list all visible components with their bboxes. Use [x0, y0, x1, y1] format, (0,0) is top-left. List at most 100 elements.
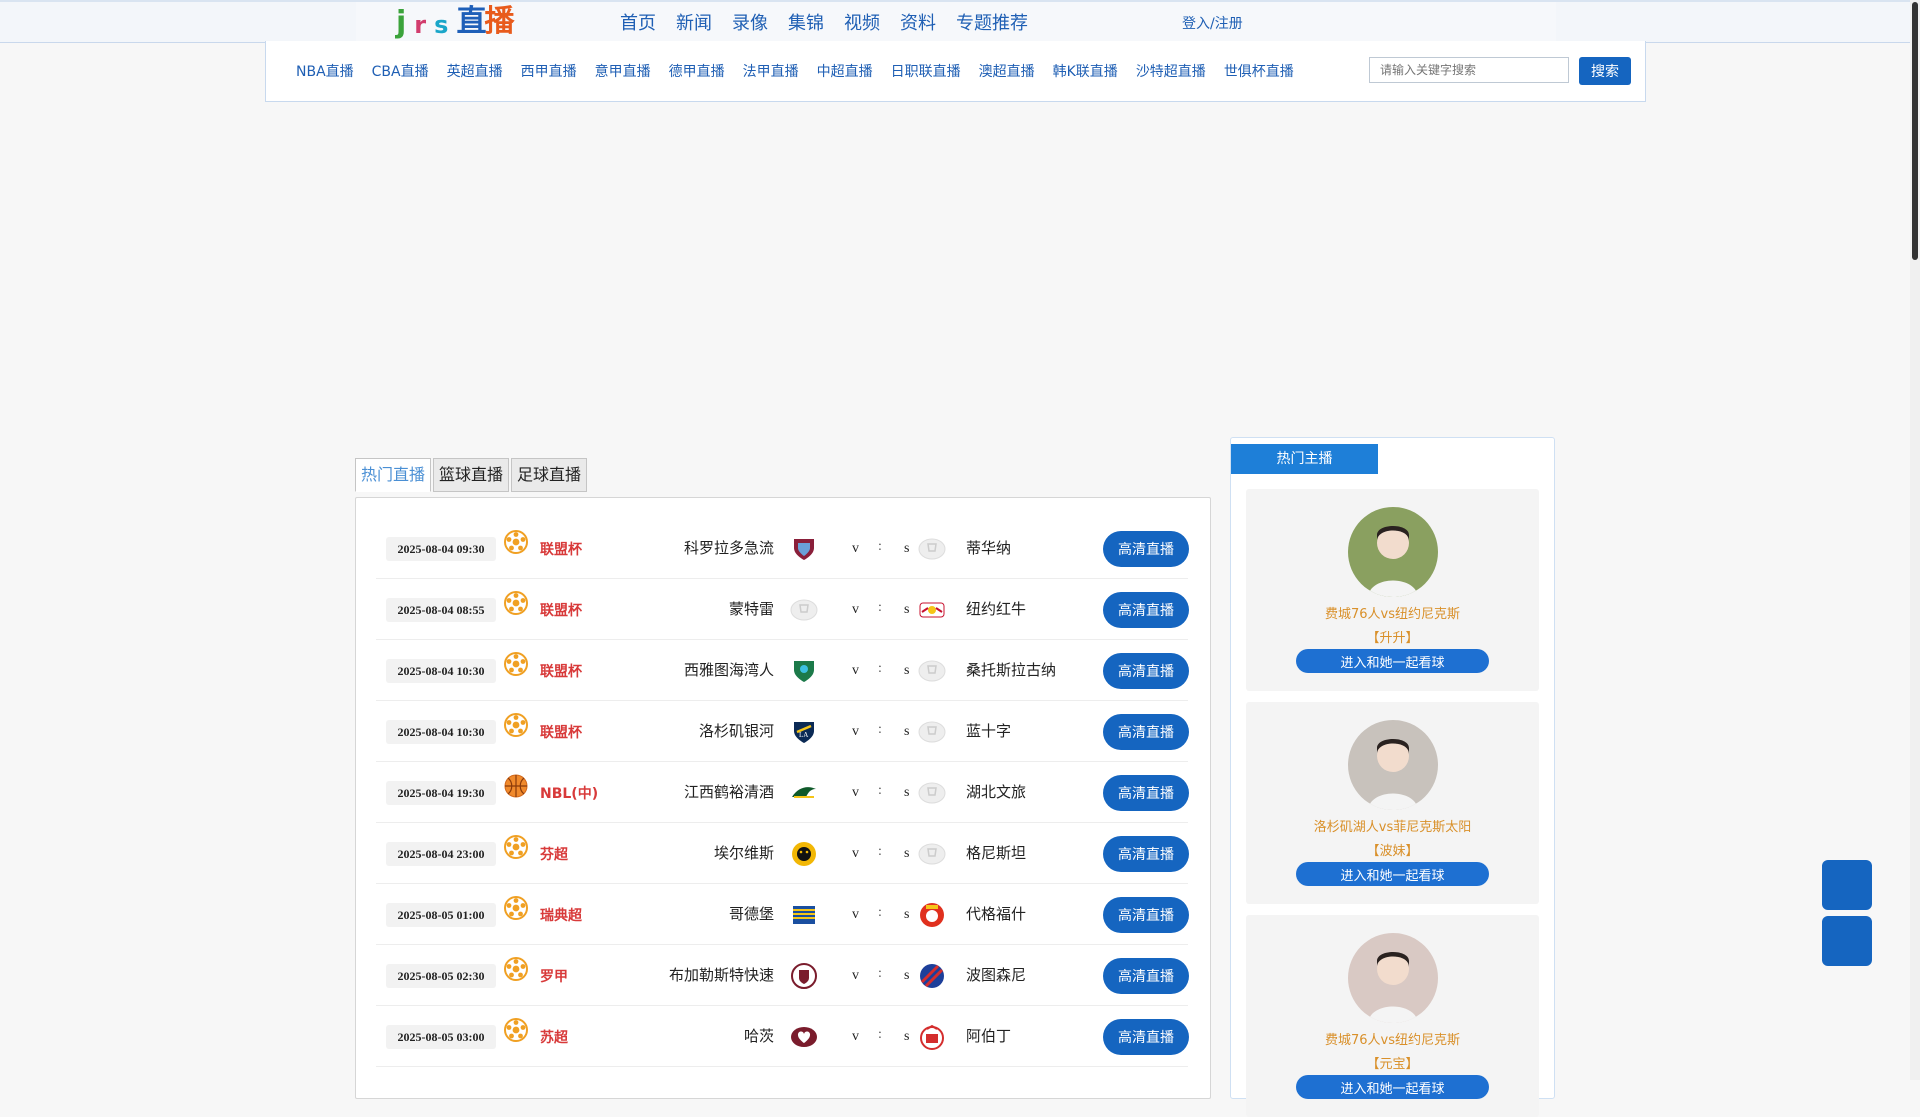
subnav-cba[interactable]: CBA直播: [372, 61, 429, 81]
site-logo[interactable]: j r s 直播: [396, 4, 514, 40]
match-league[interactable]: 联盟杯: [540, 722, 582, 742]
soccer-ball-icon: [504, 652, 528, 676]
hd-live-button[interactable]: 高清直播: [1103, 1019, 1189, 1055]
hd-live-button[interactable]: 高清直播: [1103, 958, 1189, 994]
match-row: 2025-08-04 09:30 联盟杯 科罗拉多急流 v: s 蒂华纳 高清直播: [376, 517, 1189, 579]
nav-highlights[interactable]: 集锦: [788, 9, 824, 35]
host-match-title[interactable]: 洛杉矶湖人vs菲尼克斯太阳: [1246, 816, 1539, 835]
score-s: s: [904, 785, 910, 800]
subnav-seriea[interactable]: 意甲直播: [595, 61, 651, 81]
float-action-button-2[interactable]: [1822, 916, 1872, 966]
away-team-logo-icon: [918, 657, 946, 685]
match-league[interactable]: 苏超: [540, 1027, 568, 1047]
home-team-name: 哥德堡: [728, 905, 774, 923]
home-team-name: 江西鹤裕清酒: [683, 783, 774, 801]
subnav-laliga[interactable]: 西甲直播: [521, 61, 577, 81]
host-avatar[interactable]: [1348, 720, 1438, 810]
tab-football-live[interactable]: 足球直播: [511, 458, 588, 492]
score-s: s: [904, 1029, 910, 1044]
home-team-name: 蒙特雷: [728, 600, 774, 618]
nav-home[interactable]: 首页: [620, 9, 656, 35]
hd-live-button[interactable]: 高清直播: [1103, 714, 1189, 750]
host-match-title[interactable]: 费城76人vs纽约尼克斯: [1246, 1029, 1539, 1048]
match-row: 2025-08-05 01:00 瑞典超 哥德堡 v: s 代格福什 高清直播: [376, 883, 1189, 945]
match-league[interactable]: 联盟杯: [540, 661, 582, 681]
hd-live-button[interactable]: 高清直播: [1103, 592, 1189, 628]
watch-with-host-button[interactable]: 进入和她一起看球: [1296, 1075, 1489, 1099]
host-card[interactable]: 费城76人vs纽约尼克斯 【升升】 进入和她一起看球: [1246, 489, 1539, 691]
subnav-ligue1[interactable]: 法甲直播: [743, 61, 799, 81]
subnav-nba[interactable]: NBA直播: [296, 61, 354, 81]
hot-hosts-title[interactable]: 热门主播: [1231, 444, 1378, 474]
away-team-logo-icon: [918, 901, 946, 929]
subnav-kleague[interactable]: 韩K联直播: [1053, 61, 1118, 81]
scrollbar-thumb[interactable]: [1912, 2, 1918, 260]
subnav-jleague[interactable]: 日职联直播: [891, 61, 961, 81]
score-s: s: [904, 968, 910, 983]
match-row: 2025-08-05 02:30 罗甲 布加勒斯特快速 v: s 波图森尼 高清直播: [376, 944, 1189, 1006]
score-separator: :: [878, 966, 882, 981]
score-v: v: [852, 1029, 859, 1044]
watch-with-host-button[interactable]: 进入和她一起看球: [1296, 649, 1489, 673]
away-team-name: 代格福什: [966, 905, 1027, 923]
match-row: 2025-08-04 19:30 NBL(中) 江西鹤裕清酒 v: s 湖北文旅 高清直播: [376, 761, 1189, 823]
away-team-logo-icon: [918, 1023, 946, 1051]
host-avatar[interactable]: [1348, 933, 1438, 1023]
match-league[interactable]: 瑞典超: [540, 905, 582, 925]
away-team-name: 波图森尼: [966, 966, 1027, 984]
subnav-bundesliga[interactable]: 德甲直播: [669, 61, 725, 81]
match-league[interactable]: 联盟杯: [540, 600, 582, 620]
subnav-csl[interactable]: 中超直播: [817, 61, 873, 81]
home-team-logo-icon: [790, 962, 818, 990]
nav-data[interactable]: 资料: [900, 9, 936, 35]
soccer-ball-icon: [504, 591, 528, 615]
soccer-ball-icon: [504, 1018, 528, 1042]
nav-news[interactable]: 新闻: [676, 9, 712, 35]
subnav-saudi[interactable]: 沙特超直播: [1136, 61, 1206, 81]
home-team-logo-icon: [790, 779, 818, 807]
host-match-title[interactable]: 费城76人vs纽约尼克斯: [1246, 603, 1539, 622]
nav-videos[interactable]: 视频: [844, 9, 880, 35]
hd-live-button[interactable]: 高清直播: [1103, 653, 1189, 689]
host-name: 【元宝】: [1366, 1057, 1419, 1072]
host-card[interactable]: 洛杉矶湖人vs菲尼克斯太阳 【波妹】 进入和她一起看球: [1246, 702, 1539, 904]
home-team-name: 科罗拉多急流: [683, 539, 774, 557]
nav-topics[interactable]: 专题推荐: [956, 9, 1028, 35]
home-team-logo-icon: [790, 596, 818, 624]
home-team-logo-icon: [790, 535, 818, 563]
score-separator: :: [878, 661, 882, 676]
hd-live-button[interactable]: 高清直播: [1103, 897, 1189, 933]
search-input[interactable]: [1369, 57, 1569, 83]
score-separator: :: [878, 1027, 882, 1042]
tab-hot-live[interactable]: 热门直播: [355, 458, 432, 492]
match-league[interactable]: 罗甲: [540, 966, 568, 986]
hd-live-button[interactable]: 高清直播: [1103, 775, 1189, 811]
match-row: 2025-08-05 03:00 苏超 哈茨 v: s 阿伯丁 高清直播: [376, 1005, 1189, 1067]
hd-live-button[interactable]: 高清直播: [1103, 531, 1189, 567]
score-v: v: [852, 846, 859, 861]
match-league[interactable]: 芬超: [540, 844, 568, 864]
home-team-name: 洛杉矶银河: [698, 722, 774, 740]
subnav-epl[interactable]: 英超直播: [447, 61, 503, 81]
away-team-logo-icon: [918, 596, 946, 624]
match-row: 2025-08-04 10:30 联盟杯 西雅图海湾人 v: s 桑托斯拉古纳 高清直播: [376, 639, 1189, 701]
search-button[interactable]: 搜索: [1579, 57, 1631, 85]
logo-letter-s: s: [434, 11, 449, 39]
login-register-link[interactable]: 登入/注册: [1182, 13, 1243, 33]
match-time: 2025-08-04 19:30: [386, 781, 496, 805]
subnav-aleague[interactable]: 澳超直播: [979, 61, 1035, 81]
hd-live-button[interactable]: 高清直播: [1103, 836, 1189, 872]
watch-with-host-button[interactable]: 进入和她一起看球: [1296, 862, 1489, 886]
tab-basketball-live[interactable]: 篮球直播: [433, 458, 510, 492]
score-v: v: [852, 724, 859, 739]
match-league[interactable]: 联盟杯: [540, 539, 582, 559]
match-league[interactable]: NBL(中): [540, 783, 598, 803]
match-time: 2025-08-05 03:00: [386, 1025, 496, 1049]
host-avatar[interactable]: [1348, 507, 1438, 597]
home-team-logo-icon: [790, 657, 818, 685]
float-action-button-1[interactable]: [1822, 860, 1872, 910]
host-card[interactable]: 费城76人vs纽约尼克斯【元宝】进入和她一起看球: [1246, 915, 1539, 1117]
subnav-club-world-cup[interactable]: 世俱杯直播: [1224, 61, 1294, 81]
nav-recordings[interactable]: 录像: [732, 9, 768, 35]
league-links: NBA直播 CBA直播 英超直播 西甲直播 意甲直播 德甲直播 法甲直播 中超直…: [296, 41, 1294, 101]
